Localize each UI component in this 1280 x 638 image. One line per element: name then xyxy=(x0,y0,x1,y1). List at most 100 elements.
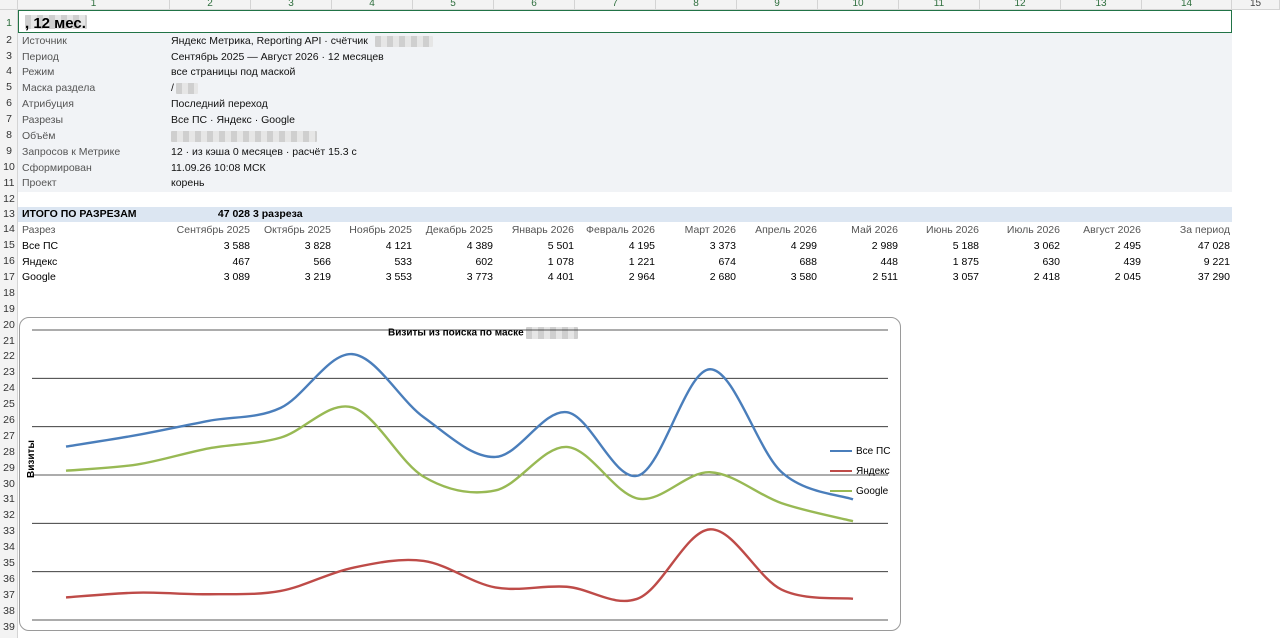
row-header-34[interactable]: 34 xyxy=(0,540,18,556)
table-cell[interactable]: 2 495 xyxy=(1115,240,1141,252)
row-header-15[interactable]: 15 xyxy=(0,238,18,254)
table-cell[interactable]: 439 xyxy=(1123,256,1141,268)
row-header-32[interactable]: 32 xyxy=(0,508,18,524)
column-header-11[interactable]: 11 xyxy=(899,0,980,10)
column-header-1[interactable]: 1 xyxy=(18,0,170,10)
table-cell[interactable]: 4 299 xyxy=(791,240,817,252)
row-header-7[interactable]: 7 xyxy=(0,112,18,128)
table-cell[interactable]: 3 089 xyxy=(224,271,250,283)
row-header-11[interactable]: 11 xyxy=(0,176,18,192)
row-header-17[interactable]: 17 xyxy=(0,270,18,286)
table-cell[interactable]: 688 xyxy=(799,256,817,268)
table-cell[interactable]: 4 195 xyxy=(629,240,655,252)
info-value: Яндекс Метрика, Reporting API · счётчик xyxy=(171,35,368,47)
column-header-2[interactable]: 2 xyxy=(170,0,251,10)
table-cell[interactable]: 9 221 xyxy=(1204,256,1230,268)
row-header-33[interactable]: 33 xyxy=(0,524,18,540)
row-header-39[interactable]: 39 xyxy=(0,620,18,636)
row-header-14[interactable]: 14 xyxy=(0,222,18,238)
table-cell[interactable]: 4 401 xyxy=(548,271,574,283)
column-header-8[interactable]: 8 xyxy=(656,0,737,10)
row-header-22[interactable]: 22 xyxy=(0,349,18,365)
row-header-38[interactable]: 38 xyxy=(0,604,18,620)
table-cell[interactable]: 4 121 xyxy=(386,240,412,252)
row-header-9[interactable]: 9 xyxy=(0,144,18,160)
column-header-9[interactable]: 9 xyxy=(737,0,818,10)
row-header-6[interactable]: 6 xyxy=(0,96,18,112)
table-cell[interactable]: 5 188 xyxy=(953,240,979,252)
row-header-16[interactable]: 16 xyxy=(0,254,18,270)
table-cell[interactable]: 674 xyxy=(718,256,736,268)
row-header-31[interactable]: 31 xyxy=(0,492,18,508)
table-cell[interactable]: 566 xyxy=(313,256,331,268)
row-header-1[interactable]: 1 xyxy=(0,13,18,33)
column-header-7[interactable]: 7 xyxy=(575,0,656,10)
row-header-28[interactable]: 28 xyxy=(0,445,18,461)
row-header-3[interactable]: 3 xyxy=(0,49,18,65)
row-header-36[interactable]: 36 xyxy=(0,572,18,588)
table-cell[interactable]: 3 580 xyxy=(791,271,817,283)
row-header-5[interactable]: 5 xyxy=(0,80,18,96)
table-row-label: Все ПС xyxy=(22,240,59,252)
table-cell[interactable]: 3 219 xyxy=(305,271,331,283)
table-cell[interactable]: 1 221 xyxy=(629,256,655,268)
table-cell[interactable]: 3 588 xyxy=(224,240,250,252)
table-cell[interactable]: 2 511 xyxy=(873,271,899,283)
table-row-label: Яндекс xyxy=(22,256,58,268)
month-header: Июль 2026 xyxy=(1006,224,1060,236)
table-cell[interactable]: 5 501 xyxy=(548,240,574,252)
table-cell[interactable]: 1 875 xyxy=(953,256,979,268)
row-header-24[interactable]: 24 xyxy=(0,381,18,397)
chart-container[interactable]: Визиты из поиска по маске Визиты Все ПС Я… xyxy=(19,317,901,631)
table-cell[interactable]: 37 290 xyxy=(1198,271,1230,283)
column-header-3[interactable]: 3 xyxy=(251,0,332,10)
table-cell[interactable]: 630 xyxy=(1042,256,1060,268)
table-cell[interactable]: 448 xyxy=(880,256,898,268)
table-cell[interactable]: 3 057 xyxy=(953,271,979,283)
row-header-18[interactable]: 18 xyxy=(0,286,18,302)
row-header-13[interactable]: 13 xyxy=(0,207,18,223)
table-cell[interactable]: 2 045 xyxy=(1115,271,1141,283)
table-cell[interactable]: 3 373 xyxy=(710,240,736,252)
table-cell[interactable]: 2 680 xyxy=(710,271,736,283)
column-header-5[interactable]: 5 xyxy=(413,0,494,10)
table-cell[interactable]: 4 389 xyxy=(467,240,493,252)
table-cell[interactable]: 3 062 xyxy=(1034,240,1060,252)
table-cell[interactable]: 602 xyxy=(475,256,493,268)
row-header-8[interactable]: 8 xyxy=(0,128,18,144)
table-cell[interactable]: 2 964 xyxy=(629,271,655,283)
row-header-27[interactable]: 27 xyxy=(0,429,18,445)
table-cell[interactable]: 2 989 xyxy=(872,240,898,252)
table-cell[interactable]: 1 078 xyxy=(548,256,574,268)
row-header-23[interactable]: 23 xyxy=(0,365,18,381)
table-cell[interactable]: 3 828 xyxy=(305,240,331,252)
select-all-corner[interactable] xyxy=(0,0,18,10)
table-cell[interactable]: 3 553 xyxy=(386,271,412,283)
row-header-21[interactable]: 21 xyxy=(0,334,18,350)
title-cell[interactable]: Счётчик , маска /, 12 мес. xyxy=(18,10,1232,33)
row-header-30[interactable]: 30 xyxy=(0,477,18,493)
row-header-12[interactable]: 12 xyxy=(0,192,18,208)
row-header-35[interactable]: 35 xyxy=(0,556,18,572)
column-header-4[interactable]: 4 xyxy=(332,0,413,10)
table-cell[interactable]: 47 028 xyxy=(1198,240,1230,252)
column-header-15[interactable]: 15 xyxy=(1232,0,1280,10)
row-header-10[interactable]: 10 xyxy=(0,160,18,176)
column-header-14[interactable]: 14 xyxy=(1142,0,1232,10)
column-header-13[interactable]: 13 xyxy=(1061,0,1142,10)
row-header-26[interactable]: 26 xyxy=(0,413,18,429)
column-header-6[interactable]: 6 xyxy=(494,0,575,10)
row-header-29[interactable]: 29 xyxy=(0,461,18,477)
row-header-19[interactable]: 19 xyxy=(0,302,18,318)
table-cell[interactable]: 3 773 xyxy=(467,271,493,283)
table-cell[interactable]: 467 xyxy=(232,256,250,268)
column-header-12[interactable]: 12 xyxy=(980,0,1061,10)
table-cell[interactable]: 2 418 xyxy=(1034,271,1060,283)
row-header-20[interactable]: 20 xyxy=(0,318,18,334)
column-header-10[interactable]: 10 xyxy=(818,0,899,10)
row-header-37[interactable]: 37 xyxy=(0,588,18,604)
row-header-25[interactable]: 25 xyxy=(0,397,18,413)
table-cell[interactable]: 533 xyxy=(394,256,412,268)
row-header-2[interactable]: 2 xyxy=(0,33,18,49)
row-header-4[interactable]: 4 xyxy=(0,64,18,80)
